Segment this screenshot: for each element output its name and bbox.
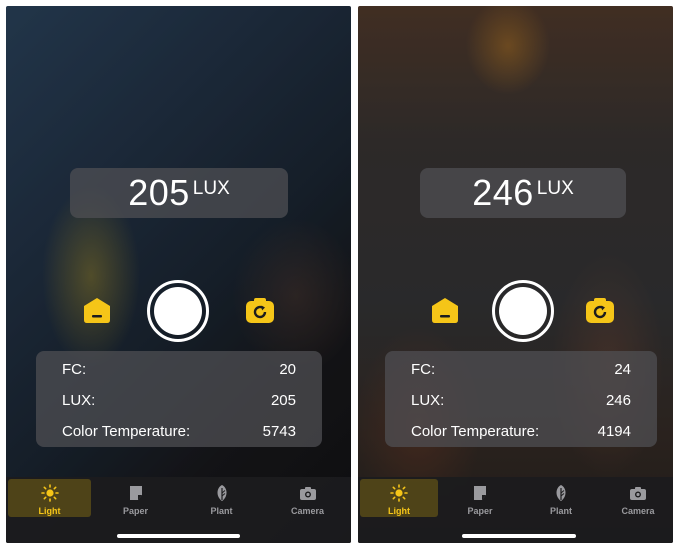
lux-readout: 205 LUX	[70, 168, 288, 218]
switch-camera-button[interactable]	[585, 296, 615, 324]
leaf-icon	[556, 485, 566, 501]
lux-value: 205	[270, 392, 296, 409]
tab-bar: Light Paper Plant Camera	[6, 477, 351, 543]
tab-paper[interactable]: Paper	[441, 479, 519, 517]
home-sensor-icon	[432, 298, 458, 323]
tab-paper[interactable]: Paper	[94, 479, 177, 517]
lux-readout-value: 205	[128, 172, 190, 213]
lux-readout-unit: LUX	[192, 178, 230, 199]
switch-camera-icon	[586, 298, 614, 323]
preview-dim-overlay	[358, 6, 673, 543]
fc-value: 24	[614, 361, 631, 378]
switch-camera-icon	[246, 298, 274, 323]
home-indicator[interactable]	[117, 534, 240, 538]
lux-row: LUX: 205	[62, 392, 296, 409]
fc-label: FC:	[411, 361, 436, 378]
lux-readout: 246 LUX	[420, 168, 626, 218]
tab-bar: Light Paper Plant Camera	[358, 477, 673, 543]
phone-screen-left: 205 LUX FC: 20 LUX: 205 Color Temperatur…	[6, 6, 351, 543]
color-temperature-row: Color Temperature: 5743	[62, 423, 296, 440]
color-temperature-value: 5743	[262, 423, 296, 440]
fc-value: 20	[279, 361, 296, 378]
lux-row: LUX: 246	[411, 392, 631, 409]
lux-label: LUX:	[62, 392, 96, 409]
home-sensor-button[interactable]	[82, 296, 112, 324]
tab-camera[interactable]: Camera	[266, 479, 349, 517]
tab-camera-label: Camera	[621, 506, 655, 516]
sun-icon	[40, 484, 59, 502]
capture-button[interactable]	[147, 280, 209, 342]
measurement-panel: FC: 20 LUX: 205 Color Temperature: 5743	[36, 351, 322, 447]
color-temperature-value: 4194	[597, 423, 631, 440]
tab-light-label: Light	[388, 506, 410, 516]
tab-light[interactable]: Light	[8, 479, 91, 517]
fc-label: FC:	[62, 361, 87, 378]
paper-icon	[474, 486, 486, 500]
paper-icon	[129, 486, 142, 500]
phone-screen-right: 246 LUX FC: 24 LUX: 246 Color Temperatur…	[358, 6, 673, 543]
home-sensor-icon	[84, 298, 110, 323]
tab-light[interactable]: Light	[360, 479, 438, 517]
switch-camera-button[interactable]	[245, 296, 275, 324]
fc-row: FC: 24	[411, 361, 631, 378]
capture-button[interactable]	[492, 280, 554, 342]
color-temperature-row: Color Temperature: 4194	[411, 423, 631, 440]
lux-label: LUX:	[411, 392, 445, 409]
camera-icon	[299, 487, 316, 500]
tab-paper-label: Paper	[467, 506, 493, 516]
measurement-panel: FC: 24 LUX: 246 Color Temperature: 4194	[385, 351, 657, 447]
lux-readout-value: 246	[472, 172, 534, 213]
camera-icon	[630, 487, 646, 500]
capture-button-inner	[154, 287, 202, 335]
screens: 205 LUX FC: 20 LUX: 205 Color Temperatur…	[0, 0, 680, 543]
tab-camera-label: Camera	[290, 506, 325, 516]
tab-paper-label: Paper	[122, 506, 148, 516]
home-sensor-button[interactable]	[430, 296, 460, 324]
preview-dim-overlay	[6, 6, 351, 543]
tab-plant-label: Plant	[210, 506, 233, 516]
color-temperature-label: Color Temperature:	[411, 423, 540, 440]
tab-plant[interactable]: Plant	[522, 479, 600, 517]
tab-plant-label: Plant	[549, 506, 572, 516]
color-temperature-label: Color Temperature:	[62, 423, 191, 440]
lux-readout-unit: LUX	[536, 178, 574, 199]
sun-icon	[390, 484, 408, 502]
tab-light-label: Light	[38, 506, 61, 516]
leaf-icon	[217, 485, 226, 501]
home-indicator[interactable]	[462, 534, 576, 538]
tab-camera[interactable]: Camera	[603, 479, 673, 517]
lux-value: 246	[605, 392, 631, 409]
fc-row: FC: 20	[62, 361, 296, 378]
capture-button-inner	[499, 287, 547, 335]
tab-plant[interactable]: Plant	[180, 479, 263, 517]
